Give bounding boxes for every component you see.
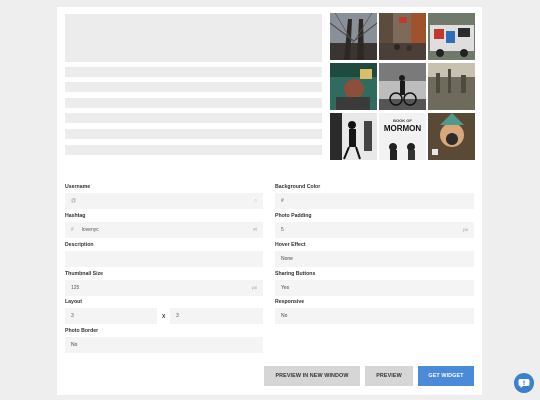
responsive-select[interactable]: No <box>275 308 474 324</box>
photo-border-label: Photo Border <box>65 328 99 334</box>
photo-tile-book-of-mormon[interactable]: BOOK OF MORMON <box>379 113 426 160</box>
photo-tile-cyclist[interactable] <box>379 63 426 110</box>
photo-padding-value: 5 <box>281 227 284 233</box>
photo-border-select[interactable]: No <box>65 337 263 353</box>
preview-skeleton-line <box>65 82 322 92</box>
layout-rows-field[interactable]: 3 <box>170 308 263 324</box>
photo-tile-street-crowd[interactable] <box>379 13 426 60</box>
sharing-buttons-label: Sharing Buttons <box>275 271 316 277</box>
photo-tile-city-skyline[interactable] <box>428 63 475 110</box>
chat-bubble-icon[interactable] <box>514 373 534 393</box>
preview-new-window-button[interactable]: PREVIEW IN NEW WINDOW <box>264 366 360 386</box>
hover-effect-label: Hover Effect <box>275 242 306 248</box>
username-at-prefix: @ <box>71 198 77 204</box>
instagram-photo-grid: BOOK OF MORMON <box>330 13 476 160</box>
preview-skeleton-block <box>65 14 322 62</box>
photo-tile-graffiti-truck[interactable] <box>428 13 475 60</box>
thumbnail-size-label: Thumbnail Size <box>65 271 104 277</box>
photo-tile-brooklyn-bridge[interactable] <box>330 13 377 60</box>
hashtag-value: lovenyc <box>81 227 99 233</box>
photo-padding-unit: px <box>463 227 468 232</box>
hash-icon: #/ <box>253 227 257 232</box>
preview-button[interactable]: PREVIEW <box>365 366 413 386</box>
photo-tile-liberty-cap[interactable] <box>428 113 475 160</box>
background-color-field[interactable]: # <box>275 193 474 209</box>
description-label: Description <box>65 242 94 248</box>
username-label: Username <box>65 184 91 190</box>
photo-padding-label: Photo Padding <box>275 213 312 219</box>
photo-tile-dancers[interactable] <box>330 113 377 160</box>
photo-padding-field[interactable]: 5 px <box>275 222 474 238</box>
hashtag-field[interactable]: # lovenyc #/ <box>65 222 263 238</box>
preview-skeleton-line <box>65 98 322 108</box>
preview-skeleton-line <box>65 67 322 77</box>
sharing-buttons-select[interactable]: Yes <box>275 280 474 296</box>
thumbnail-size-unit: px <box>252 285 257 290</box>
widget-card: BOOK OF MORMON Username @ ○ Hashtag # lov… <box>57 7 482 395</box>
layout-label: Layout <box>65 299 83 305</box>
background-color-label: Background Color <box>275 184 321 190</box>
get-widget-button[interactable]: GET WIDGET <box>418 366 474 386</box>
layout-columns-field[interactable]: 3 <box>65 308 157 324</box>
thumbnail-size-field[interactable]: 125 px <box>65 280 263 296</box>
photo-tile-subway-art[interactable] <box>330 63 377 110</box>
hashtag-label: Hashtag <box>65 213 86 219</box>
hover-effect-select[interactable]: None <box>275 251 474 267</box>
preview-skeleton-line <box>65 145 322 155</box>
poster-title-line-2: MORMON <box>383 124 422 133</box>
description-field[interactable] <box>65 251 263 267</box>
layout-separator: X <box>162 314 166 320</box>
thumbnail-size-value: 125 <box>71 285 80 291</box>
preview-skeleton-line <box>65 129 322 139</box>
circle-icon: ○ <box>254 198 257 203</box>
preview-skeleton-line <box>65 113 322 123</box>
responsive-label: Responsive <box>275 299 305 305</box>
poster-title-line-1: BOOK OF <box>393 118 412 123</box>
username-field[interactable]: @ ○ <box>65 193 263 209</box>
hashtag-prefix: # <box>71 227 74 233</box>
